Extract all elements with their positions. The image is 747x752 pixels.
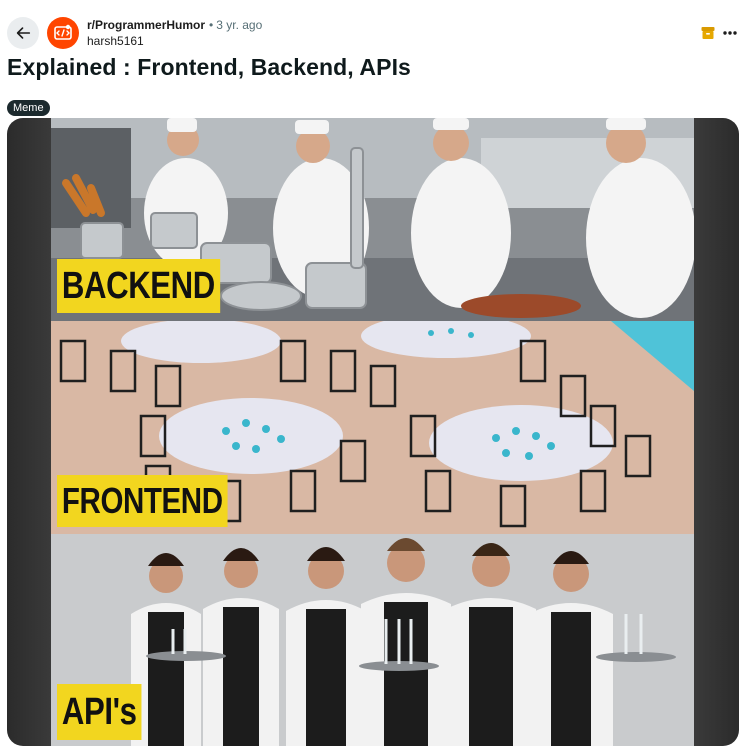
more-horizontal-icon: [723, 31, 737, 35]
backend-label: BACKEND: [57, 259, 220, 313]
subreddit-avatar[interactable]: [47, 17, 79, 49]
post-meta: r/ProgrammerHumor • 3 yr. ago harsh5161: [87, 17, 262, 49]
subreddit-link[interactable]: r/ProgrammerHumor: [87, 18, 205, 32]
frontend-label: FRONTEND: [57, 475, 228, 527]
frontend-panel: FRONTEND: [51, 321, 694, 534]
post-title: Explained : Frontend, Backend, APIs: [7, 54, 411, 80]
arrow-left-icon: [16, 27, 31, 39]
post-header: r/ProgrammerHumor • 3 yr. ago harsh5161: [0, 0, 747, 56]
more-options-button[interactable]: [720, 23, 740, 43]
post-flair[interactable]: Meme: [7, 100, 50, 116]
meme-image: BACKEND FRONTEND API's: [51, 118, 694, 746]
backend-panel: BACKEND: [51, 118, 694, 321]
archive-icon: [701, 27, 715, 39]
post-media[interactable]: BACKEND FRONTEND API's: [7, 118, 739, 746]
apis-label: API's: [57, 684, 142, 740]
apis-panel: API's: [51, 534, 694, 746]
meta-separator: •: [209, 18, 214, 32]
post-age: 3 yr. ago: [216, 18, 263, 32]
subreddit-avatar-icon: [54, 24, 72, 40]
waiters-illustration: [51, 534, 694, 746]
author-link[interactable]: harsh5161: [87, 33, 262, 49]
back-button[interactable]: [7, 17, 39, 49]
